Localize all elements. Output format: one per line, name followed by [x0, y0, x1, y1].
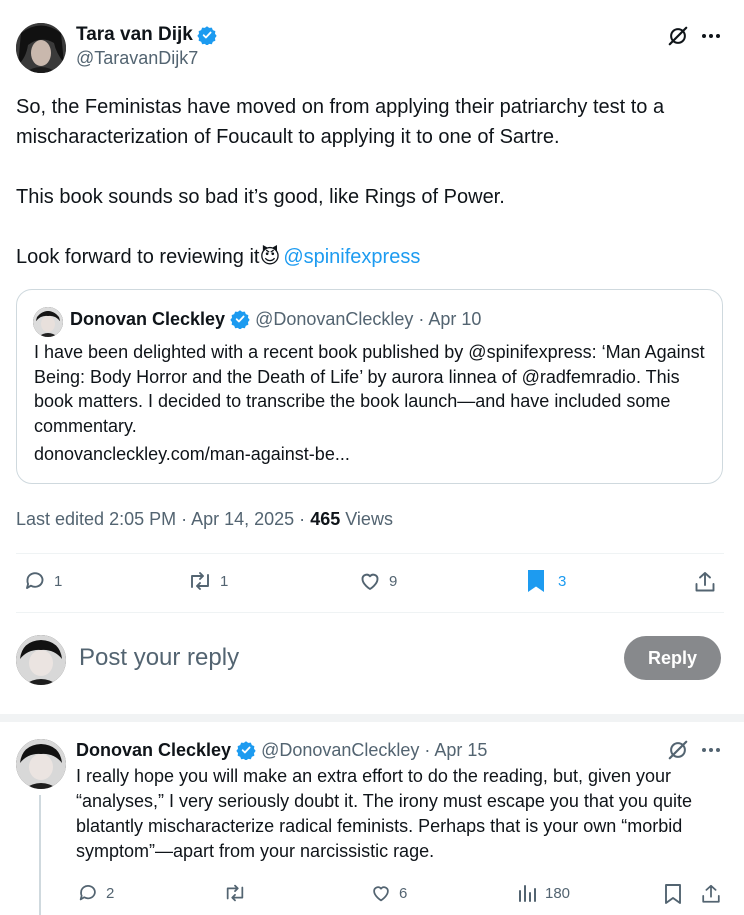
post-paragraph: This book sounds so bad it’s good, like … — [16, 186, 505, 208]
views-count: 465 — [310, 509, 341, 529]
thread-line — [39, 795, 41, 915]
main-author-avatar[interactable] — [16, 23, 66, 73]
reply-count: 1 — [54, 572, 63, 590]
bookmark-action[interactable]: 3 — [524, 568, 566, 594]
quoted-post-text: I have been delighted with a recent book… — [34, 342, 705, 436]
mention-link[interactable]: @spinifexpress — [283, 246, 420, 268]
repost-action[interactable]: 1 — [186, 569, 228, 593]
reply-like-count: 6 — [399, 884, 408, 902]
divider — [16, 612, 724, 613]
main-author-name-row: Tara van Dijk — [76, 23, 217, 47]
reply-author-avatar[interactable] — [16, 739, 66, 789]
post-last-line: Look forward to reviewing it😈 @spinifexpr… — [16, 242, 728, 272]
composer-avatar — [16, 635, 66, 685]
more-icon[interactable] — [699, 24, 723, 48]
reply-views-action[interactable]: 180 — [517, 882, 570, 904]
like-icon — [361, 573, 379, 590]
share-icon[interactable] — [699, 882, 723, 906]
post-timestamp[interactable]: Last edited 2:05 PM · Apr 14, 2025 · — [16, 509, 310, 529]
quoted-author-name: Donovan Cleckley — [70, 308, 226, 329]
more-icon[interactable] — [699, 738, 723, 762]
like-icon — [373, 886, 389, 902]
verified-badge-icon — [197, 26, 217, 45]
divider — [16, 553, 724, 554]
quoted-post-card[interactable]: Donovan Cleckley @DonovanCleckley · Apr … — [16, 289, 723, 484]
quoted-author-row: Donovan Cleckley @DonovanCleckley · Apr … — [70, 307, 481, 331]
main-author-handle[interactable]: @TaravanDijk7 — [76, 48, 198, 69]
reply-icon — [79, 884, 96, 901]
bookmark-icon — [528, 570, 544, 592]
main-post-body: So, the Feministas have moved on from ap… — [16, 92, 728, 272]
reply-post-date[interactable]: · Apr 15 — [424, 740, 487, 761]
reply-action[interactable]: 1 — [22, 569, 62, 593]
views-label: Views — [345, 509, 393, 529]
reply-post-text: I really hope you will make an extra eff… — [76, 766, 692, 861]
section-separator — [0, 714, 744, 722]
post-meta-line: Last edited 2:05 PM · Apr 14, 2025 · 465… — [16, 509, 393, 530]
bookmark-count: 3 — [558, 572, 567, 590]
quoted-author-avatar — [33, 307, 63, 337]
quoted-post-date: · Apr 10 — [418, 308, 482, 329]
bookmark-icon[interactable] — [661, 882, 685, 906]
reply-icon — [26, 572, 44, 589]
repost-icon — [191, 572, 209, 590]
grok-icon[interactable] — [666, 738, 690, 762]
reply-author-name[interactable]: Donovan Cleckley — [76, 740, 231, 761]
reply-views-count: 180 — [545, 884, 571, 902]
reply-reply-action[interactable]: 2 — [76, 882, 114, 904]
reply-button[interactable]: Reply — [624, 636, 721, 680]
reply-repost-action[interactable] — [222, 882, 248, 904]
main-author-name[interactable]: Tara van Dijk — [76, 24, 193, 46]
reply-reply-count: 2 — [106, 884, 115, 902]
repost-icon — [226, 884, 244, 902]
quoted-author-handle: @DonovanCleckley — [255, 308, 414, 329]
verified-badge-icon — [236, 741, 256, 760]
post-last-line-text: Look forward to reviewing it — [16, 246, 260, 268]
reply-input[interactable]: Post your reply — [79, 644, 239, 672]
like-count: 9 — [389, 572, 398, 590]
views-icon — [519, 885, 536, 902]
reply-author-handle[interactable]: @DonovanCleckley — [261, 740, 419, 761]
post-paragraph: So, the Feministas have moved on from ap… — [16, 96, 665, 148]
repost-count: 1 — [220, 572, 229, 590]
reply-author-row: Donovan Cleckley @DonovanCleckley · Apr … — [76, 738, 487, 762]
quoted-post-link: donovancleckley.com/man-against-be... — [34, 444, 350, 464]
grok-icon[interactable] — [666, 24, 690, 48]
share-icon[interactable] — [692, 569, 718, 595]
devil-emoji: 😈 — [259, 246, 281, 268]
verified-badge-icon — [230, 310, 250, 329]
reply-like-action[interactable]: 6 — [369, 882, 407, 904]
like-action[interactable]: 9 — [357, 569, 397, 593]
